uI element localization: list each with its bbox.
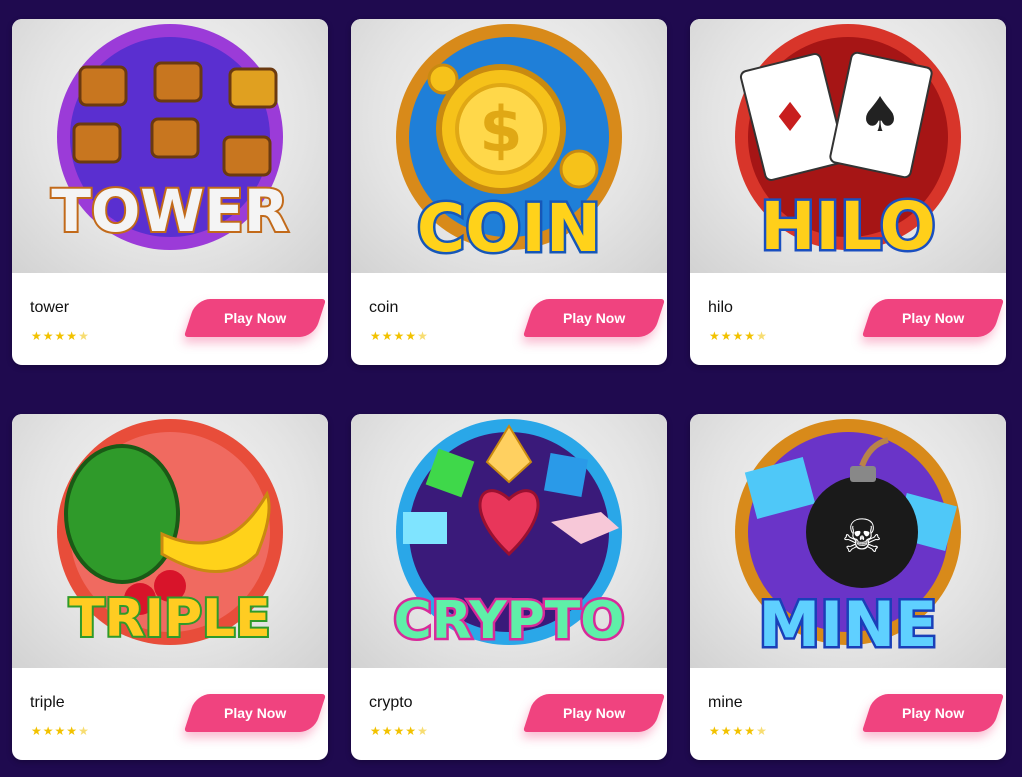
coin-logo-art: $ COIN bbox=[396, 24, 622, 270]
triple-logo-text: TRIPLE bbox=[69, 589, 271, 649]
rating-stars: ★ ★ ★ ★ ★ bbox=[31, 330, 89, 342]
play-now-button-tower[interactable]: Play Now bbox=[183, 299, 327, 337]
star-icon: ★ bbox=[370, 329, 381, 343]
star-icon: ★ bbox=[709, 329, 720, 343]
star-icon: ★ bbox=[732, 724, 744, 738]
game-title: tower bbox=[30, 299, 70, 316]
game-thumbnail-coin[interactable]: $ COIN bbox=[351, 19, 667, 273]
rating-stars: ★ ★ ★ ★ ★ bbox=[370, 330, 428, 342]
star-icon: ★ bbox=[744, 329, 756, 343]
crypto-logo-text: CRYPTO bbox=[394, 591, 625, 651]
star-icon: ★ bbox=[405, 329, 417, 343]
game-title: triple bbox=[30, 694, 65, 711]
tower-logo-art: TOWER bbox=[49, 24, 291, 250]
svg-text:$: $ bbox=[479, 93, 522, 166]
star-icon: ★ bbox=[66, 329, 78, 343]
play-now-button-mine[interactable]: Play Now bbox=[861, 694, 1005, 732]
star-icon: ★ bbox=[393, 724, 405, 738]
star-icon: ★ bbox=[78, 329, 89, 343]
star-icon: ★ bbox=[393, 329, 405, 343]
games-grid: TOWER tower ★ ★ ★ ★ ★ Play Now $ COIN coin bbox=[0, 0, 1022, 777]
star-icon: ★ bbox=[66, 724, 78, 738]
star-icon: ★ bbox=[42, 724, 54, 738]
game-thumbnail-tower[interactable]: TOWER bbox=[12, 19, 328, 273]
hilo-logo-art: ♠ ♦ HILO bbox=[735, 24, 961, 268]
play-now-button-triple[interactable]: Play Now bbox=[183, 694, 327, 732]
star-icon: ★ bbox=[78, 724, 89, 738]
hilo-logo-text: HILO bbox=[760, 188, 936, 265]
game-thumbnail-triple[interactable]: TRIPLE bbox=[12, 414, 328, 668]
game-card-tower[interactable]: TOWER tower ★ ★ ★ ★ ★ Play Now bbox=[12, 19, 328, 365]
mine-logo-art: ☠ MINE bbox=[735, 419, 961, 664]
star-icon: ★ bbox=[370, 724, 381, 738]
game-title: hilo bbox=[708, 299, 733, 316]
game-title: mine bbox=[708, 694, 743, 711]
star-icon: ★ bbox=[744, 724, 756, 738]
game-card-coin[interactable]: $ COIN coin ★ ★ ★ ★ ★ Play Now bbox=[351, 19, 667, 365]
star-icon: ★ bbox=[381, 329, 393, 343]
star-icon: ★ bbox=[42, 329, 54, 343]
star-icon: ★ bbox=[54, 329, 66, 343]
svg-text:☠: ☠ bbox=[841, 509, 882, 563]
coin-logo-text: COIN bbox=[417, 190, 601, 267]
rating-stars: ★ ★ ★ ★ ★ bbox=[31, 725, 89, 737]
star-icon: ★ bbox=[756, 329, 767, 343]
svg-text:♠: ♠ bbox=[858, 87, 901, 143]
rating-stars: ★ ★ ★ ★ ★ bbox=[709, 330, 767, 342]
rating-stars: ★ ★ ★ ★ ★ bbox=[370, 725, 428, 737]
star-icon: ★ bbox=[417, 724, 428, 738]
triple-logo-art: TRIPLE bbox=[57, 419, 283, 651]
game-title: coin bbox=[369, 299, 399, 316]
game-card-hilo[interactable]: ♠ ♦ HILO hilo ★ ★ ★ ★ ★ Play Now bbox=[690, 19, 1006, 365]
star-icon: ★ bbox=[31, 329, 42, 343]
game-card-crypto[interactable]: CRYPTO crypto ★ ★ ★ ★ ★ Play Now bbox=[351, 414, 667, 760]
star-icon: ★ bbox=[732, 329, 744, 343]
star-icon: ★ bbox=[720, 329, 732, 343]
crypto-logo-art: CRYPTO bbox=[391, 419, 627, 654]
star-icon: ★ bbox=[709, 724, 720, 738]
rating-stars: ★ ★ ★ ★ ★ bbox=[709, 725, 767, 737]
play-now-button-crypto[interactable]: Play Now bbox=[522, 694, 666, 732]
star-icon: ★ bbox=[720, 724, 732, 738]
tower-logo-text: TOWER bbox=[51, 177, 288, 245]
star-icon: ★ bbox=[31, 724, 42, 738]
star-icon: ★ bbox=[54, 724, 66, 738]
play-now-button-coin[interactable]: Play Now bbox=[522, 299, 666, 337]
svg-text:♦: ♦ bbox=[772, 95, 808, 141]
game-thumbnail-crypto[interactable]: CRYPTO bbox=[351, 414, 667, 668]
star-icon: ★ bbox=[417, 329, 428, 343]
star-icon: ★ bbox=[381, 724, 393, 738]
play-now-button-hilo[interactable]: Play Now bbox=[861, 299, 1005, 337]
game-card-mine[interactable]: ☠ MINE mine ★ ★ ★ ★ ★ Play Now bbox=[690, 414, 1006, 760]
star-icon: ★ bbox=[756, 724, 767, 738]
game-thumbnail-mine[interactable]: ☠ MINE bbox=[690, 414, 1006, 668]
game-card-triple[interactable]: TRIPLE triple ★ ★ ★ ★ ★ Play Now bbox=[12, 414, 328, 760]
star-icon: ★ bbox=[405, 724, 417, 738]
game-thumbnail-hilo[interactable]: ♠ ♦ HILO bbox=[690, 19, 1006, 273]
game-title: crypto bbox=[369, 694, 413, 711]
mine-logo-text: MINE bbox=[758, 588, 937, 661]
